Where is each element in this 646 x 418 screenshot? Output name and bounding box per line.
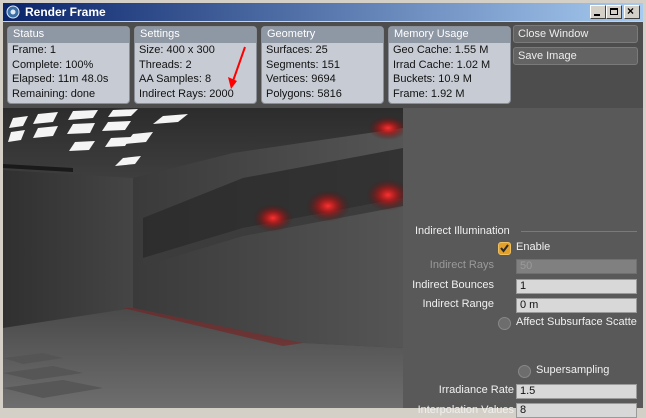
maximize-icon	[610, 8, 618, 15]
memory-line: Frame: 1.92 M	[393, 87, 465, 100]
maximize-button[interactable]	[606, 5, 622, 19]
geometry-line: Segments: 151	[266, 58, 340, 71]
status-line: Remaining: done	[12, 87, 96, 100]
memory-panel-header: Memory Usage	[389, 27, 510, 43]
memory-line: Geo Cache: 1.55 M	[393, 44, 489, 56]
settings-panel: Settings Size: 400 x 300 Threads: 2 AA S…	[134, 26, 257, 104]
status-line: Elapsed: 11m 48.0s	[12, 73, 109, 85]
status-panel: Status Frame: 1 Complete: 100% Elapsed: …	[7, 26, 130, 104]
indirect-range-input[interactable]: 0 m	[516, 298, 637, 313]
status-line: Frame: 1	[12, 44, 57, 56]
indirect-rays-input[interactable]: 50	[516, 259, 637, 274]
indirect-bounces-label: Indirect Bounces	[412, 279, 494, 291]
minimize-icon	[594, 14, 600, 16]
status-line: Complete: 100%	[12, 58, 94, 71]
section-title: Indirect Illumination	[415, 225, 510, 237]
geometry-line: Vertices: 9694	[266, 73, 336, 85]
geometry-panel-header: Geometry	[262, 27, 383, 43]
annotation-arrow-icon	[228, 46, 246, 89]
app-icon	[6, 5, 20, 19]
save-image-button[interactable]: Save Image	[513, 47, 638, 65]
enable-label: Enable	[516, 241, 551, 253]
memory-panel: Memory Usage Geo Cache: 1.55 M Irrad Cac…	[388, 26, 511, 104]
indirect-range-label: Indirect Range	[422, 298, 494, 310]
checkmark-icon	[500, 244, 509, 253]
close-icon: ×	[627, 4, 635, 18]
enable-checkbox[interactable]	[498, 242, 511, 255]
close-button[interactable]: ×	[624, 4, 640, 19]
geometry-line: Surfaces: 25	[266, 44, 328, 56]
indirect-bounces-input[interactable]: 1	[516, 279, 637, 294]
geometry-line: Polygons: 5816	[266, 87, 342, 100]
subsurface-label: Affect Subsurface Scatte	[516, 316, 637, 328]
title-bar[interactable]: Render Frame ×	[3, 3, 643, 21]
settings-panel-header: Settings	[135, 27, 256, 43]
info-bar: Status Frame: 1 Complete: 100% Elapsed: …	[3, 22, 643, 108]
close-window-button[interactable]: Close Window	[513, 25, 638, 43]
irradiance-rate-label: Irradiance Rate	[438, 384, 514, 396]
geometry-panel: Geometry Surfaces: 25 Segments: 151 Vert…	[261, 26, 384, 104]
render-frame-window: Render Frame × Status Frame: 1 Complete:…	[0, 0, 646, 418]
status-panel-header: Status	[8, 27, 129, 43]
section-divider	[521, 231, 637, 232]
supersampling-label: Supersampling	[536, 364, 610, 376]
minimize-button[interactable]	[590, 5, 606, 19]
window-title: Render Frame	[25, 5, 106, 19]
client-area: Status Frame: 1 Complete: 100% Elapsed: …	[3, 22, 643, 418]
supersampling-checkbox[interactable]	[518, 365, 531, 378]
irradiance-rate-input[interactable]: 1.5	[516, 384, 637, 399]
interpolation-values-label: Interpolation Values	[417, 404, 514, 416]
memory-line: Irrad Cache: 1.02 M	[393, 58, 491, 71]
memory-line: Buckets: 10.9 M	[393, 73, 472, 85]
render-image	[3, 108, 403, 408]
indirect-rays-label: Indirect Rays	[429, 259, 494, 271]
indirect-illumination-panel: Indirect Illumination Enable Indirect Ra…	[403, 108, 643, 418]
subsurface-checkbox[interactable]	[498, 317, 511, 330]
